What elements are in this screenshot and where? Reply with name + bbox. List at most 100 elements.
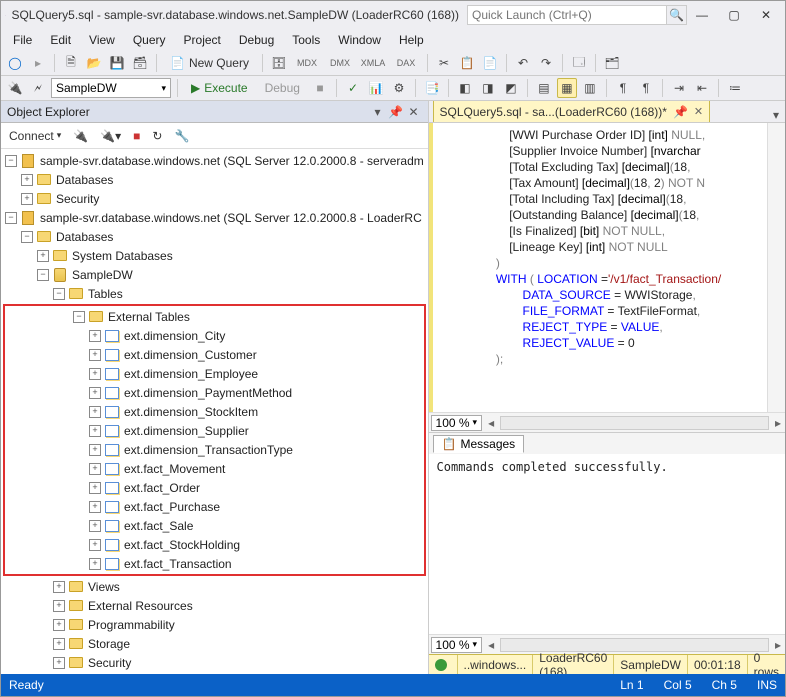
change-connection-icon[interactable]: 🔌 xyxy=(5,78,25,98)
dax-icon[interactable]: DAX xyxy=(391,58,421,68)
indent-icon[interactable]: ⇥ xyxy=(669,78,689,98)
execute-button[interactable]: ▶ Execute xyxy=(184,78,255,98)
server-node-2[interactable]: −sample-svr.database.windows.net (SQL Se… xyxy=(1,208,428,227)
programmability-node[interactable]: +Programmability xyxy=(1,615,428,634)
menu-help[interactable]: Help xyxy=(391,31,432,49)
new-query-button[interactable]: 📄 New Query xyxy=(163,53,256,73)
stop-icon[interactable]: ■ xyxy=(129,129,144,143)
live-stats-icon[interactable]: ◩ xyxy=(501,78,521,98)
debug-button[interactable]: Debug xyxy=(258,78,307,98)
messages-output[interactable]: Commands completed successfully. xyxy=(429,454,785,634)
comment-icon[interactable]: ¶ xyxy=(613,78,633,98)
include-plan-icon[interactable]: ◧ xyxy=(455,78,475,98)
ext-table-node[interactable]: +ext.dimension_City xyxy=(5,326,424,345)
ext-resources-node[interactable]: +External Resources xyxy=(1,596,428,615)
security-node-1[interactable]: +Security xyxy=(1,189,428,208)
open-icon[interactable]: 📂 xyxy=(84,53,104,73)
query-options-icon[interactable]: ⚙ xyxy=(389,78,409,98)
solution-explorer-icon[interactable]: 🗂 xyxy=(602,53,622,73)
pin-tab-icon[interactable]: 📌 xyxy=(673,105,688,119)
ext-table-node[interactable]: +ext.dimension_PaymentMethod xyxy=(5,383,424,402)
quick-launch-input[interactable] xyxy=(467,5,667,25)
panel-pin-icon[interactable]: 📌 xyxy=(388,104,404,120)
code-editor[interactable]: [WWI Purchase Order ID] [int] NULL, [Sup… xyxy=(429,123,785,412)
menu-debug[interactable]: Debug xyxy=(231,31,282,49)
estimated-plan-icon[interactable]: 📊 xyxy=(366,78,386,98)
scroll-right-icon[interactable]: ▸ xyxy=(771,416,785,430)
scroll-right-icon-2[interactable]: ▸ xyxy=(771,638,785,652)
nav-back-icon[interactable]: ◯ xyxy=(5,53,25,73)
uncomment-icon[interactable]: ¶ xyxy=(636,78,656,98)
properties-icon[interactable]: 🗔 xyxy=(569,53,589,73)
ext-table-node[interactable]: +ext.fact_Transaction xyxy=(5,554,424,573)
parse-icon[interactable]: ✓ xyxy=(343,78,363,98)
disconnect-icon[interactable]: 🔌 xyxy=(69,129,92,143)
ext-table-node[interactable]: +ext.dimension_Supplier xyxy=(5,421,424,440)
hscroll-track[interactable] xyxy=(500,416,769,430)
copy-icon[interactable]: 📋 xyxy=(457,53,477,73)
ext-table-node[interactable]: +ext.dimension_Customer xyxy=(5,345,424,364)
paste-icon[interactable]: 📄 xyxy=(480,53,500,73)
databases-node-1[interactable]: +Databases xyxy=(1,170,428,189)
zoom-combo[interactable]: 100 %▾ xyxy=(431,415,483,431)
ext-table-node[interactable]: +ext.fact_Purchase xyxy=(5,497,424,516)
panel-dropdown-icon[interactable]: ▾ xyxy=(370,104,386,120)
outdent-icon[interactable]: ⇤ xyxy=(692,78,712,98)
sampledw-node[interactable]: −SampleDW xyxy=(1,265,428,284)
close-tab-icon[interactable]: ✕ xyxy=(694,105,703,118)
databases-node-2[interactable]: −Databases xyxy=(1,227,428,246)
scrollbar[interactable] xyxy=(767,123,785,412)
ext-table-node[interactable]: +ext.fact_StockHolding xyxy=(5,535,424,554)
menu-view[interactable]: View xyxy=(81,31,123,49)
search-icon[interactable]: 🔍 xyxy=(667,5,687,25)
ext-table-node[interactable]: +ext.dimension_TransactionType xyxy=(5,440,424,459)
include-stats-icon[interactable]: ◨ xyxy=(478,78,498,98)
close-button[interactable]: ✕ xyxy=(751,4,781,26)
filter-icon[interactable]: 🔌▾ xyxy=(96,129,125,143)
quick-launch[interactable]: 🔍 xyxy=(467,5,687,25)
menu-project[interactable]: Project xyxy=(176,31,229,49)
editor-tab[interactable]: SQLQuery5.sql - sa...(LoaderRC60 (168))*… xyxy=(433,101,711,122)
menu-file[interactable]: File xyxy=(5,31,40,49)
ext-table-node[interactable]: +ext.fact_Sale xyxy=(5,516,424,535)
maximize-button[interactable]: ▢ xyxy=(719,4,749,26)
db-engine-query-icon[interactable]: 🗄 xyxy=(269,53,289,73)
hscroll-track-2[interactable] xyxy=(500,638,769,652)
scroll-left-icon-2[interactable]: ◂ xyxy=(484,638,498,652)
refresh-icon[interactable]: ↻ xyxy=(148,129,166,143)
security-node-2[interactable]: +Security xyxy=(1,653,428,672)
redo-icon[interactable]: ↷ xyxy=(536,53,556,73)
intellisense-icon[interactable]: 📑 xyxy=(422,78,442,98)
tables-node[interactable]: −Tables xyxy=(1,284,428,303)
results-text-icon[interactable]: ▤ xyxy=(534,78,554,98)
mdx-icon[interactable]: MDX xyxy=(292,58,322,68)
menu-edit[interactable]: Edit xyxy=(42,31,79,49)
undo-icon[interactable]: ↶ xyxy=(513,53,533,73)
available-db-icon[interactable]: 🗲 xyxy=(28,78,48,98)
views-node[interactable]: +Views xyxy=(1,577,428,596)
object-tree[interactable]: −sample-svr.database.windows.net (SQL Se… xyxy=(1,149,428,674)
menu-query[interactable]: Query xyxy=(125,31,174,49)
xmla-icon[interactable]: XMLA xyxy=(358,58,388,68)
save-all-icon[interactable]: 🗃 xyxy=(130,53,150,73)
specify-values-icon[interactable]: ≔ xyxy=(725,78,745,98)
ext-table-node[interactable]: +ext.fact_Order xyxy=(5,478,424,497)
zoom-combo-2[interactable]: 100 %▾ xyxy=(431,637,483,653)
tab-dropdown-icon[interactable]: ▾ xyxy=(767,108,785,122)
results-file-icon[interactable]: ▥ xyxy=(580,78,600,98)
ext-table-node[interactable]: +ext.fact_Movement xyxy=(5,459,424,478)
ext-table-node[interactable]: +ext.dimension_Employee xyxy=(5,364,424,383)
cut-icon[interactable]: ✂ xyxy=(434,53,454,73)
storage-node[interactable]: +Storage xyxy=(1,634,428,653)
panel-close-icon[interactable]: ✕ xyxy=(406,104,422,120)
menu-tools[interactable]: Tools xyxy=(284,31,328,49)
save-icon[interactable]: 💾 xyxy=(107,53,127,73)
system-db-node[interactable]: +System Databases xyxy=(1,246,428,265)
connect-button[interactable]: Connect ▾ xyxy=(5,129,65,143)
ext-table-node[interactable]: +ext.dimension_StockItem xyxy=(5,402,424,421)
server-node-1[interactable]: −sample-svr.database.windows.net (SQL Se… xyxy=(1,151,428,170)
dmx-icon[interactable]: DMX xyxy=(325,58,355,68)
messages-tab[interactable]: 📋 Messages xyxy=(433,435,525,453)
new-project-icon[interactable]: 🗎 xyxy=(61,53,81,73)
database-combo[interactable]: SampleDW▾ xyxy=(51,78,171,98)
